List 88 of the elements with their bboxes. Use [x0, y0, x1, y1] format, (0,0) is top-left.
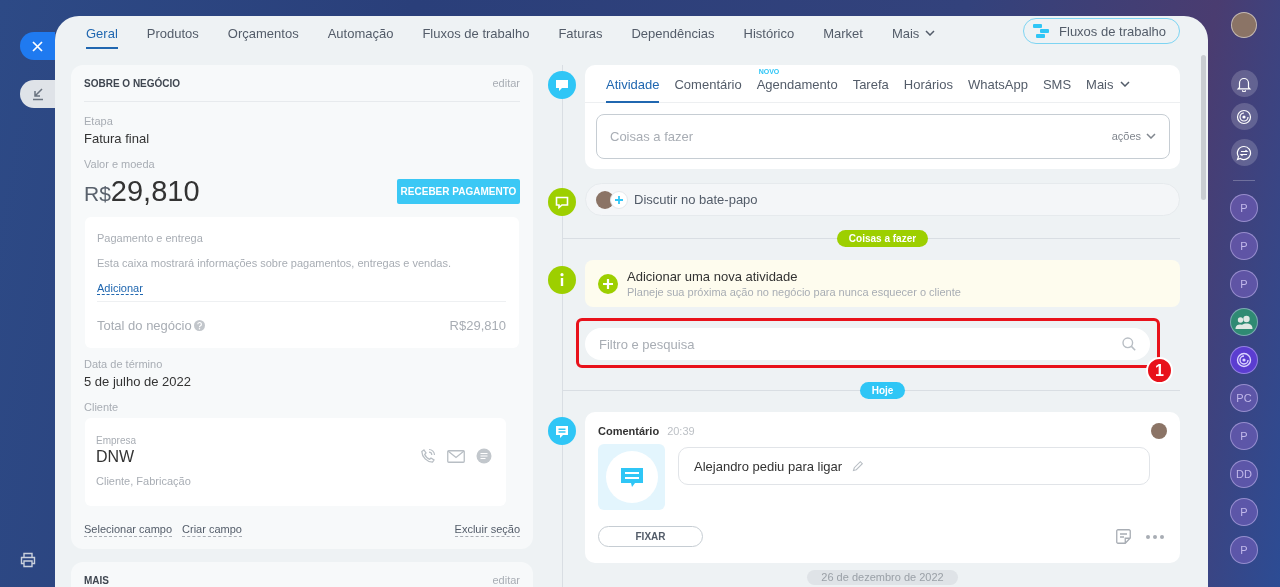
- close-button[interactable]: [20, 32, 55, 60]
- client-type-label: Empresa: [96, 435, 136, 447]
- total-label: Total do negócio: [97, 317, 192, 333]
- minimize-button[interactable]: [20, 80, 55, 108]
- group-chat-avatar[interactable]: [1230, 308, 1258, 336]
- composer-tab[interactable]: Tarefa: [852, 65, 889, 103]
- plus-icon: [598, 273, 618, 294]
- chat-avatar[interactable]: DD: [1230, 460, 1258, 488]
- nav-tab[interactable]: Dependências: [631, 17, 715, 49]
- scrollbar[interactable]: [1201, 55, 1206, 200]
- delete-section-link[interactable]: Excluir seção: [454, 522, 520, 537]
- field-label: Etapa: [84, 114, 114, 128]
- add-activity-card[interactable]: Adicionar uma nova atividade Planeje sua próxima ação no negócio para nunca esquecer o cliente: [585, 260, 1180, 307]
- chat-bubble-icon: [548, 188, 576, 216]
- add-activity-hint: Planeje sua próxima ação no negócio para nunca esquecer o cliente: [627, 284, 961, 299]
- chat-bubble-icon: [605, 451, 658, 503]
- chat-avatar[interactable]: P: [1230, 194, 1258, 222]
- field-link[interactable]: Selecionar campo: [84, 522, 173, 537]
- more-menu-tab[interactable]: Mais: [1086, 65, 1130, 103]
- field-label: Cliente: [84, 400, 120, 414]
- nav-tab[interactable]: Produtos: [146, 17, 199, 49]
- chat-avatar[interactable]: P: [1230, 498, 1258, 526]
- nav-tab[interactable]: Market: [823, 17, 863, 49]
- section-title: SOBRE O NEGÓCIO: [84, 77, 181, 89]
- add-link[interactable]: Adicionar: [97, 282, 143, 295]
- client-name[interactable]: DNW: [96, 447, 136, 466]
- comment-text: Alejandro pediu para ligar: [694, 458, 843, 474]
- channel-avatar[interactable]: [1230, 346, 1258, 374]
- people-icon: [1235, 315, 1253, 329]
- composer-tab[interactable]: SMS: [1042, 65, 1072, 103]
- filter-search-field[interactable]: Filtro e pesquisa: [585, 328, 1150, 360]
- spiral-button[interactable]: [1230, 103, 1258, 130]
- field-value: 5 de julho de 2022: [84, 373, 192, 391]
- timeline-group-label: Coisas a fazer: [836, 229, 929, 247]
- printer-icon[interactable]: [20, 552, 36, 568]
- field-label: Valor e moeda: [84, 157, 156, 171]
- composer-tab[interactable]: Horários: [903, 65, 953, 103]
- plus-icon: [610, 190, 628, 209]
- comment-type: Comentário: [598, 425, 660, 437]
- chat-avatar[interactable]: P: [1230, 232, 1258, 260]
- messages-button[interactable]: [1230, 139, 1258, 166]
- notifications-button[interactable]: [1230, 70, 1258, 97]
- comment-text-box[interactable]: Alejandro pediu para ligar: [678, 447, 1150, 485]
- field-link[interactable]: Criar campo: [182, 522, 242, 537]
- chat-arrows-icon: [1236, 144, 1252, 161]
- chevron-down-icon: [925, 30, 936, 36]
- client-tags: Cliente, Fabricação: [96, 474, 492, 488]
- nav-tab[interactable]: Orçamentos: [227, 17, 299, 49]
- chat-avatar[interactable]: P: [1230, 422, 1258, 450]
- field-label: Data de término: [84, 357, 164, 371]
- nav-tab[interactable]: Geral: [86, 17, 118, 49]
- chevron-down-icon: [1119, 81, 1130, 87]
- flowchart-icon: [1032, 23, 1051, 39]
- nav-tab[interactable]: Histórico: [743, 17, 795, 49]
- panel-title: Pagamento e entrega: [97, 231, 204, 245]
- deal-amount: R$29,810: [84, 174, 200, 208]
- bell-icon: [1236, 75, 1252, 92]
- add-activity-title: Adicionar uma nova atividade: [627, 268, 799, 285]
- chat-bubble-icon: [548, 71, 576, 99]
- timeline-group-label: Hoje: [859, 381, 906, 399]
- nav-tab[interactable]: Faturas: [558, 17, 603, 49]
- total-value: R$29,810: [449, 317, 506, 333]
- comment-time: 20:39: [667, 425, 695, 437]
- info-icon: [548, 266, 576, 294]
- minimize-icon: [30, 87, 45, 101]
- composer-tab[interactable]: Comentário: [674, 65, 742, 103]
- spiral-icon: [1236, 108, 1252, 125]
- actions-dropdown[interactable]: ações: [1111, 130, 1156, 142]
- spiral-icon: [1236, 352, 1252, 368]
- chevron-down-icon: [1146, 133, 1156, 139]
- more-menu-tab[interactable]: Mais: [891, 17, 936, 49]
- comment-icon: [548, 417, 576, 445]
- user-avatar[interactable]: [1231, 12, 1257, 38]
- discuss-chat-button[interactable]: Discutir no bate-papo: [585, 183, 1180, 216]
- field-value: Fatura final: [84, 130, 151, 148]
- composer-tab[interactable]: WhatsApp: [967, 65, 1028, 103]
- date-label: 26 de dezembro de 2022: [807, 570, 958, 585]
- user-avatar: [1151, 423, 1167, 439]
- nav-tab[interactable]: Automação: [327, 17, 394, 49]
- panel-description: Esta caixa mostrará informações sobre pagamentos, entregas e vendas.: [97, 256, 453, 270]
- pin-button[interactable]: FIXAR: [598, 526, 703, 547]
- chat-avatar[interactable]: P: [1230, 270, 1258, 298]
- nav-tab[interactable]: Fluxos de trabalho: [422, 17, 530, 49]
- chat-avatar[interactable]: P: [1230, 536, 1258, 564]
- chat-avatar[interactable]: PC: [1230, 384, 1258, 412]
- composer-tab[interactable]: Atividade: [606, 65, 660, 103]
- section-title: MAIS: [84, 574, 109, 586]
- close-icon: [32, 40, 43, 52]
